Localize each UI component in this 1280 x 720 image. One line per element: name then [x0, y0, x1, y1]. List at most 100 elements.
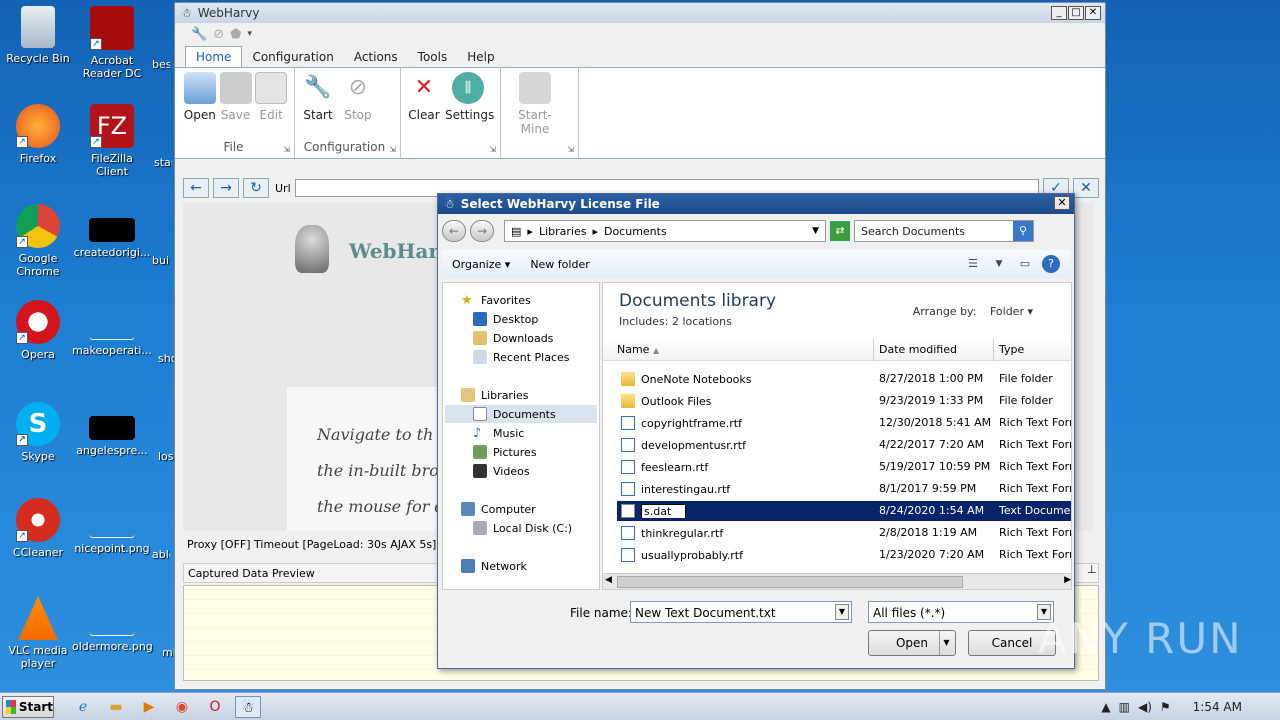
- tab-home[interactable]: Home: [185, 46, 243, 67]
- desktop-icon-filezilla[interactable]: FZ ↗ FileZilla Client: [74, 104, 150, 178]
- scroll-left-icon[interactable]: ◀: [605, 575, 612, 585]
- start-mine-button[interactable]: Start-Mine: [505, 72, 565, 136]
- back-button[interactable]: ←: [442, 220, 466, 242]
- breadcrumb-libraries[interactable]: Libraries: [539, 225, 587, 238]
- file-row[interactable]: thinkregular.rtf 2/8/2018 1:19 AM Rich Tex…: [617, 523, 1071, 543]
- desktop-icon-vlc[interactable]: VLC media player: [0, 596, 76, 670]
- search-icon[interactable]: ⚲: [1013, 221, 1033, 241]
- open-split-arrow-icon[interactable]: ▼: [939, 631, 953, 655]
- scroll-right-icon[interactable]: ▶: [1064, 575, 1071, 585]
- file-name-input[interactable]: New Text Document.txt ▼: [630, 601, 852, 623]
- forward-button[interactable]: →: [213, 178, 239, 198]
- help-icon[interactable]: ?: [1042, 255, 1060, 273]
- settings-button[interactable]: ⫼ Settings: [445, 72, 494, 122]
- column-type[interactable]: Type: [999, 343, 1024, 356]
- preview-pane-icon[interactable]: ▭: [1016, 255, 1034, 273]
- start-button[interactable]: 🔧 Start: [299, 72, 337, 122]
- column-divider[interactable]: [873, 339, 874, 361]
- nav-favorites[interactable]: ★ Favorites: [461, 291, 531, 309]
- tray-flag-icon[interactable]: ⚑: [1160, 700, 1171, 714]
- breadcrumb[interactable]: ▤ ▸ Libraries ▸ Documents ▼: [504, 220, 826, 242]
- column-divider[interactable]: [993, 339, 994, 361]
- desktop-cut-label[interactable]: star: [154, 156, 172, 169]
- scroll-thumb[interactable]: [617, 576, 963, 588]
- nav-music[interactable]: ♪ Music: [473, 424, 524, 442]
- pin-icon[interactable]: ⊥: [1087, 563, 1101, 583]
- tab-configuration[interactable]: Configuration: [242, 47, 343, 67]
- nav-computer[interactable]: Computer: [461, 500, 536, 518]
- desktop-icon-chrome[interactable]: ↗ Google Chrome: [0, 204, 76, 278]
- stop-button[interactable]: ⊘ Stop: [339, 72, 377, 122]
- desktop-icon-recycle-bin[interactable]: Recycle Bin: [0, 6, 76, 65]
- nav-downloads[interactable]: Downloads: [473, 329, 553, 347]
- dialog-launcher-icon[interactable]: ⇲: [389, 145, 396, 154]
- new-folder-button[interactable]: New folder: [530, 258, 589, 271]
- nav-videos[interactable]: Videos: [473, 462, 530, 480]
- desktop-icon-angelespre[interactable]: angelespre...: [72, 402, 152, 457]
- dialog-close-button[interactable]: ✕: [1054, 196, 1070, 210]
- nav-recent-places[interactable]: Recent Places: [473, 348, 570, 366]
- breadcrumb-documents[interactable]: Documents: [604, 225, 667, 238]
- close-button[interactable]: ✕: [1085, 6, 1101, 20]
- nav-documents[interactable]: Documents: [445, 405, 597, 423]
- chevron-down-icon[interactable]: ▼: [835, 604, 849, 620]
- nav-libraries[interactable]: Libraries: [461, 386, 529, 404]
- dialog-titlebar[interactable]: ☃ Select WebHarvy License File: [438, 194, 1074, 214]
- back-button[interactable]: ←: [183, 178, 209, 198]
- column-name[interactable]: Name ▲: [617, 343, 659, 356]
- clear-button[interactable]: ✕ Clear: [405, 72, 443, 122]
- taskbar-explorer-icon[interactable]: ▬: [103, 696, 129, 718]
- file-row[interactable]: usuallyprobably.rtf 1/23/2020 7:20 AM Rich…: [617, 545, 1071, 565]
- tab-help[interactable]: Help: [457, 47, 504, 67]
- qat-dropdown-icon[interactable]: ▾: [247, 29, 252, 39]
- file-row[interactable]: OneNote Notebooks 8/27/2018 1:00 PM File f…: [617, 369, 1071, 389]
- desktop-cut-label[interactable]: best: [152, 58, 170, 71]
- tray-expand-icon[interactable]: ▲: [1101, 700, 1110, 714]
- desktop-icon-ccleaner[interactable]: ↗ CCleaner: [0, 498, 76, 559]
- tray-volume-icon[interactable]: ◀): [1138, 700, 1152, 714]
- tab-tools[interactable]: Tools: [408, 47, 458, 67]
- nav-local-disk[interactable]: Local Disk (C:): [473, 519, 572, 537]
- desktop-icon-opera[interactable]: ↗ Opera: [0, 300, 76, 361]
- reload-button[interactable]: ↻: [243, 178, 269, 198]
- edit-button[interactable]: Edit: [254, 72, 288, 122]
- tray-network-icon[interactable]: ▥: [1119, 700, 1130, 714]
- bell-icon[interactable]: ⬟: [230, 27, 241, 42]
- desktop-icon-oldermore[interactable]: oldermore.png: [72, 596, 153, 653]
- minimize-button[interactable]: _: [1051, 6, 1067, 20]
- cancel-x-button[interactable]: ✕: [1073, 178, 1099, 198]
- dialog-launcher-icon[interactable]: ⇲: [567, 145, 574, 154]
- column-date-modified[interactable]: Date modified: [879, 343, 957, 356]
- wrench-icon[interactable]: 🔧: [191, 27, 207, 42]
- desktop-icon-acrobat[interactable]: ↗ Acrobat Reader DC: [74, 6, 150, 80]
- organize-button[interactable]: Organize ▾: [452, 258, 510, 271]
- dialog-launcher-icon[interactable]: ⇲: [489, 145, 496, 154]
- webharvy-titlebar[interactable]: ☃ WebHarvy: [175, 3, 1105, 23]
- horizontal-scrollbar[interactable]: ◀ ▶: [603, 573, 1071, 589]
- search-input[interactable]: Search Documents ⚲: [854, 220, 1034, 242]
- file-row[interactable]: Outlook Files 9/23/2019 1:33 PM File folde…: [617, 391, 1071, 411]
- file-row[interactable]: feeslearn.rtf 5/19/2017 10:59 PM Rich Text…: [617, 457, 1071, 477]
- desktop-cut-label[interactable]: able: [152, 548, 170, 561]
- tray-clock[interactable]: 1:54 AM: [1193, 700, 1242, 714]
- nav-network[interactable]: Network: [461, 557, 527, 575]
- breadcrumb-dropdown-icon[interactable]: ▼: [812, 226, 819, 236]
- file-row[interactable]: interestingau.rtf 8/1/2017 9:59 PM Rich Te…: [617, 479, 1071, 499]
- taskbar-ie-icon[interactable]: ℯ: [70, 696, 96, 718]
- arrange-by-dropdown[interactable]: Folder ▾: [990, 305, 1033, 318]
- desktop-icon-skype[interactable]: S ↗ Skype: [0, 402, 76, 463]
- open-button[interactable]: Open: [183, 72, 217, 122]
- desktop-icon-makeoperati[interactable]: makeoperati...: [72, 300, 152, 357]
- desktop-icon-createdorigi[interactable]: createdorigi...: [72, 204, 152, 259]
- stop-icon[interactable]: ⊘: [213, 27, 224, 42]
- start-button[interactable]: Start: [2, 695, 54, 718]
- dialog-launcher-icon[interactable]: ⇲: [283, 145, 290, 154]
- desktop-cut-label[interactable]: buil: [152, 254, 170, 267]
- view-dropdown-icon[interactable]: ▼: [990, 255, 1008, 273]
- file-row[interactable]: developmentusr.rtf 4/22/2017 7:20 AM Rich …: [617, 435, 1071, 455]
- file-row[interactable]: s.dat 8/24/2020 1:54 AM Text Document: [617, 501, 1071, 521]
- file-row[interactable]: copyrightframe.rtf 12/30/2018 5:41 AM Rich…: [617, 413, 1071, 433]
- refresh-button[interactable]: ⇄: [830, 221, 850, 241]
- nav-desktop[interactable]: Desktop: [473, 310, 538, 328]
- desktop-icon-nicepoint[interactable]: nicepoint.png: [72, 498, 152, 555]
